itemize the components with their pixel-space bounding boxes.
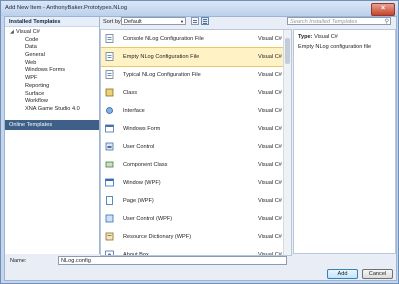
- chevron-down-icon: ▼: [180, 19, 184, 24]
- template-name: Typical NLog Configuration File: [123, 72, 201, 78]
- template-row[interactable]: Empty NLog Configuration File Visual C#: [101, 47, 284, 67]
- tree-item-general[interactable]: General: [5, 52, 99, 60]
- windows-form-icon: [105, 124, 114, 133]
- tree-item-visual-csharp[interactable]: ◢ Visual C#: [5, 29, 99, 37]
- tree-item-reporting[interactable]: Reporting: [5, 83, 99, 91]
- template-language: Visual C#: [258, 72, 282, 78]
- search-icon[interactable]: ⚲: [385, 18, 389, 26]
- add-new-item-dialog: Add New Item - AnthonyBaker.Prototypes.N…: [0, 0, 399, 284]
- template-category-pane: Installed Templates ◢ Visual C# Code Data G…: [5, 17, 100, 254]
- template-row[interactable]: About Box Visual C#: [101, 246, 283, 255]
- title-bar: Add New Item - AnthonyBaker.Prototypes.N…: [1, 1, 398, 16]
- template-row[interactable]: Page (WPF) Visual C#: [101, 192, 283, 210]
- template-language: Visual C#: [258, 54, 282, 60]
- installed-templates-header[interactable]: Installed Templates: [5, 17, 99, 27]
- template-language: Visual C#: [258, 90, 282, 96]
- sort-by-dropdown[interactable]: Default ▼: [121, 17, 186, 25]
- template-name: Resource Dictionary (WPF): [123, 234, 192, 240]
- dialog-body: Installed Templates ◢ Visual C# Code Data G…: [4, 16, 397, 281]
- template-row[interactable]: Component Class Visual C#: [101, 156, 283, 174]
- component-class-icon: [105, 160, 114, 169]
- template-language: Visual C#: [258, 198, 282, 204]
- tree-item-code[interactable]: Code: [5, 37, 99, 45]
- search-installed-templates-input[interactable]: Search Installed Templates ⚲: [287, 17, 391, 25]
- tree-item-xna-game-studio-4-0[interactable]: XNA Game Studio 4.0: [5, 106, 99, 114]
- resource-dictionary-icon: [105, 232, 114, 241]
- class-icon: [105, 88, 114, 97]
- template-language: Visual C#: [258, 36, 282, 42]
- template-row[interactable]: Typical NLog Configuration File Visual C#: [101, 66, 283, 84]
- wpf-user-control-icon: [105, 214, 114, 223]
- template-name: Window (WPF): [123, 180, 161, 186]
- template-list-scrollbar[interactable]: [283, 30, 291, 255]
- template-language: Visual C#: [258, 162, 282, 168]
- template-row[interactable]: Windows Form Visual C#: [101, 120, 283, 138]
- template-name: Empty NLog Configuration File: [123, 54, 200, 60]
- config-file-icon: [105, 34, 114, 43]
- template-name: User Control: [123, 144, 155, 150]
- template-row[interactable]: User Control (WPF) Visual C#: [101, 210, 283, 228]
- category-tree: ◢ Visual C# Code Data General Web Windows For…: [5, 29, 99, 114]
- tree-item-windows-forms[interactable]: Windows Forms: [5, 67, 99, 75]
- type-value: Visual C#: [314, 34, 338, 40]
- template-description: Empty NLog configuration file: [298, 44, 372, 50]
- template-row[interactable]: Window (WPF) Visual C#: [101, 174, 283, 192]
- template-language: Visual C#: [258, 180, 282, 186]
- template-name: Class: [123, 90, 137, 96]
- template-name: Page (WPF): [123, 198, 154, 204]
- window-title: Add New Item - AnthonyBaker.Prototypes.N…: [5, 5, 128, 11]
- template-name: Interface: [123, 108, 145, 114]
- wpf-page-icon: [105, 196, 114, 205]
- online-templates-header[interactable]: Online Templates: [5, 120, 99, 130]
- template-language: Visual C#: [258, 234, 282, 240]
- template-list: About Box Visual C# Resource Dictionary (W…: [100, 29, 292, 256]
- config-file-icon: [105, 70, 114, 79]
- type-label: Type:: [298, 34, 313, 40]
- template-row[interactable]: Console NLog Configuration File Visual C#: [101, 30, 283, 48]
- tree-item-web[interactable]: Web: [5, 60, 99, 68]
- template-name: Component Class: [123, 162, 168, 168]
- sort-by-value: Default: [124, 19, 142, 25]
- close-button[interactable]: ×: [371, 3, 395, 16]
- name-field[interactable]: NLog.config: [58, 256, 287, 265]
- tree-item-surface[interactable]: Surface: [5, 91, 99, 99]
- template-language: Visual C#: [258, 216, 282, 222]
- template-row[interactable]: Interface Visual C#: [101, 102, 283, 120]
- template-language: Visual C#: [258, 126, 282, 132]
- details-view-button[interactable]: [201, 17, 209, 25]
- config-file-icon: [105, 52, 114, 61]
- user-control-icon: [105, 142, 114, 151]
- template-toolbar: Sort by: Default ▼ Search Installed Temp…: [100, 17, 396, 27]
- search-placeholder: Search Installed Templates: [290, 19, 358, 25]
- tree-item-label: Visual C#: [16, 29, 40, 35]
- tree-item-data[interactable]: Data: [5, 44, 99, 52]
- template-detail-pane: Type: Visual C# Empty NLog configuration…: [293, 29, 396, 254]
- medium-icons-view-button[interactable]: [191, 17, 199, 25]
- interface-icon: [105, 106, 114, 115]
- tree-item-workflow[interactable]: Workflow: [5, 98, 99, 106]
- name-label: Name:: [10, 258, 27, 264]
- template-type: Type: Visual C#: [298, 34, 338, 40]
- sort-by-label: Sort by:: [103, 19, 123, 25]
- add-button[interactable]: Add: [327, 269, 358, 279]
- template-language: Visual C#: [258, 108, 282, 114]
- template-row[interactable]: User Control Visual C#: [101, 138, 283, 156]
- template-row[interactable]: Class Visual C#: [101, 84, 283, 102]
- template-row[interactable]: Resource Dictionary (WPF) Visual C#: [101, 228, 283, 246]
- scrollbar-thumb[interactable]: [285, 38, 290, 64]
- template-name: User Control (WPF): [123, 216, 173, 222]
- wpf-window-icon: [105, 178, 114, 187]
- tree-item-wpf[interactable]: WPF: [5, 75, 99, 83]
- template-name: Console NLog Configuration File: [123, 36, 204, 42]
- template-language: Visual C#: [258, 144, 282, 150]
- cancel-button[interactable]: Cancel: [362, 269, 393, 279]
- template-name: Windows Form: [123, 126, 161, 132]
